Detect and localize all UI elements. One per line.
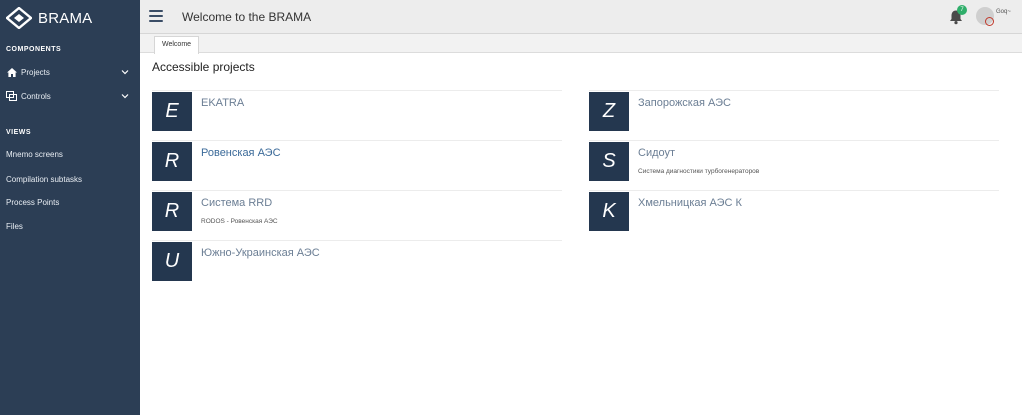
project-name[interactable]: Система RRD: [201, 197, 272, 209]
brand[interactable]: BRAMA: [0, 0, 140, 36]
chevron-down-icon: [121, 70, 129, 75]
brand-name: BRAMA: [38, 9, 93, 27]
project-letter-tile: K: [589, 192, 629, 231]
project-name[interactable]: Ровенская АЭС: [201, 147, 281, 159]
controls-icon: [6, 91, 17, 101]
project-letter-tile: R: [152, 142, 192, 181]
project-card-ekatra[interactable]: E EKATRA: [152, 90, 562, 136]
project-letter-tile: U: [152, 242, 192, 281]
project-name[interactable]: Запорожская АЭС: [638, 97, 731, 109]
views-section-title: VIEWS: [6, 129, 32, 136]
header: Welcome to the BRAMA 7 Goq~: [140, 0, 1022, 34]
project-card-rovenskaya[interactable]: R Ровенская АЭС: [152, 140, 562, 186]
sidebar-item-process-points[interactable]: Process Points: [0, 193, 140, 211]
project-name[interactable]: Сидоут: [638, 147, 675, 159]
tab-bar: Welcome: [140, 34, 1022, 54]
project-name[interactable]: Хмельницкая АЭС К: [638, 197, 742, 209]
project-card-sistema-rrd[interactable]: R Система RRD RODOS - Ровенская АЭС: [152, 190, 562, 236]
sidebar-item-compilation-subtasks[interactable]: Compilation subtasks: [0, 170, 140, 188]
project-letter-tile: E: [152, 92, 192, 131]
sidebar-item-mnemo-screens[interactable]: Mnemo screens: [0, 145, 140, 163]
project-card-sidout[interactable]: S Сидоут Система диагностики турбогенера…: [589, 140, 999, 186]
project-description: RODOS - Ровенская АЭС: [201, 218, 278, 225]
sidebar-item-files[interactable]: Files: [0, 217, 140, 235]
status-indicator: [985, 17, 994, 26]
project-name[interactable]: EKATRA: [201, 97, 244, 109]
components-section-title: COMPONENTS: [6, 46, 62, 53]
project-letter-tile: S: [589, 142, 629, 181]
main-title: Accessible projects: [152, 60, 255, 74]
project-card-khmelnitskaya[interactable]: K Хмельницкая АЭС К: [589, 190, 999, 236]
sidebar-item-controls-label: Controls: [21, 91, 51, 101]
home-icon: [6, 67, 17, 77]
menu-toggle-icon[interactable]: [149, 10, 163, 23]
tab-welcome[interactable]: Welcome: [154, 36, 200, 54]
project-card-zaporozhskaya[interactable]: Z Запорожская АЭС: [589, 90, 999, 136]
user-name[interactable]: Goq~: [996, 9, 1011, 15]
project-letter-tile: Z: [589, 92, 629, 131]
brama-logo-icon: [6, 7, 32, 29]
sidebar: BRAMA COMPONENTS Projects Controls VIEWS…: [0, 0, 140, 415]
page-title: Welcome to the BRAMA: [182, 10, 312, 24]
chevron-down-icon: [121, 94, 129, 99]
sidebar-item-controls[interactable]: Controls: [0, 87, 140, 105]
notification-badge: 7: [957, 5, 967, 15]
project-name[interactable]: Южно-Украинская АЭС: [201, 247, 320, 259]
sidebar-item-projects-label: Projects: [21, 67, 50, 77]
project-letter-tile: R: [152, 192, 192, 231]
sidebar-item-projects[interactable]: Projects: [0, 63, 140, 81]
project-card-yuzhno-ukrainskaya[interactable]: U Южно-Украинская АЭС: [152, 240, 562, 286]
project-description: Система диагностики турбогенераторов: [638, 168, 760, 175]
